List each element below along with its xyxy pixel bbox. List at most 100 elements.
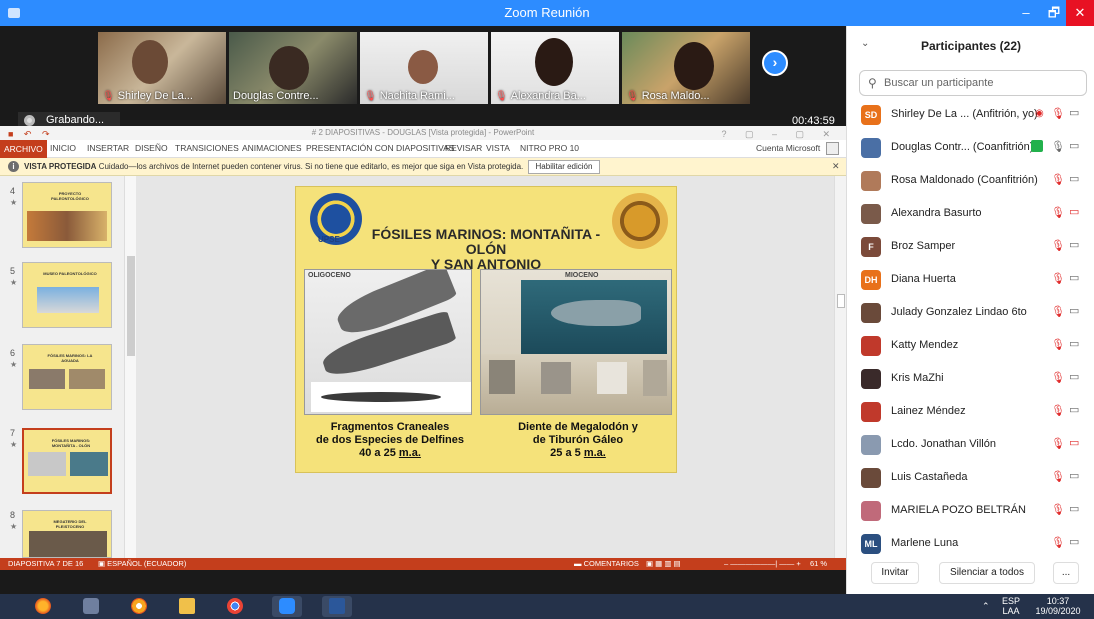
editor-scrollbar[interactable]	[834, 176, 846, 558]
word-icon[interactable]	[322, 596, 352, 617]
video-icon[interactable]: ▭	[1069, 403, 1079, 416]
next-page-button[interactable]: ›	[762, 50, 788, 76]
system-clock[interactable]: 10:37 19/09/2020	[1030, 596, 1086, 616]
tab-inicio[interactable]: INICIO	[50, 143, 76, 153]
meeting-area: 🎙︎ Shirley De La... Douglas Contre... 🎙︎ N…	[0, 26, 846, 594]
tab-archivo[interactable]: ARCHIVO	[0, 140, 47, 158]
participant-row[interactable]: MARIELA POZO BELTRÁN 🎙︎ ▭	[847, 494, 1094, 527]
participant-search[interactable]: ⚲	[859, 70, 1087, 96]
mic-icon[interactable]: 🎙︎	[1051, 140, 1065, 153]
video-icon[interactable]: ▭	[1069, 106, 1079, 119]
participant-row[interactable]: Lcdo. Jonathan Villón 🎙︎ ▭	[847, 428, 1094, 461]
account-menu[interactable]: Cuenta Microsoft	[756, 143, 820, 153]
slide-thumbnail[interactable]: PROYECTO PALEONTOLÓGICO	[22, 182, 112, 248]
muted-mic-icon[interactable]: 🎙︎	[1051, 470, 1065, 483]
video-icon[interactable]: ▭	[1069, 238, 1079, 251]
tab-vista[interactable]: VISTA	[486, 143, 510, 153]
mute-all-button[interactable]: Silenciar a todos	[939, 562, 1035, 584]
invite-button[interactable]: Invitar	[871, 562, 919, 584]
avatar	[861, 171, 881, 191]
participant-row[interactable]: Katty Mendez 🎙︎ ▭	[847, 329, 1094, 362]
participant-row[interactable]: F Broz Samper 🎙︎ ▭	[847, 230, 1094, 263]
muted-mic-icon[interactable]: 🎙︎	[1051, 338, 1065, 351]
chrome-canary-icon[interactable]	[124, 596, 154, 617]
zoom-taskbar-icon[interactable]	[272, 596, 302, 617]
muted-mic-icon[interactable]: 🎙︎	[1051, 272, 1065, 285]
participant-row[interactable]: Julady Gonzalez Lindao 6to 🎙︎ ▭	[847, 296, 1094, 329]
video-icon[interactable]: ▭	[1069, 535, 1079, 548]
participant-row[interactable]: Lainez Méndez 🎙︎ ▭	[847, 395, 1094, 428]
participant-row[interactable]: Luis Castañeda 🎙︎ ▭	[847, 461, 1094, 494]
zoom-level[interactable]: 61 %	[810, 559, 827, 568]
video-off-icon[interactable]: ▭	[1069, 205, 1079, 218]
quick-access-toolbar[interactable]: ■ ↶ ↷	[8, 127, 54, 141]
muted-mic-icon[interactable]: 🎙︎	[1051, 305, 1065, 318]
slide-thumbnail[interactable]: FÓSILES MARINOS: LA AGUADA	[22, 344, 112, 410]
tab-presentacion[interactable]: PRESENTACIÓN CON DIAPOSITIVAS	[306, 143, 454, 153]
muted-mic-icon[interactable]: 🎙︎	[1051, 206, 1065, 219]
video-icon[interactable]: ▭	[1069, 370, 1079, 383]
video-icon[interactable]: ▭	[1069, 271, 1079, 284]
enable-editing-button[interactable]: Habilitar edición	[528, 160, 600, 174]
participant-search-input[interactable]	[884, 75, 1084, 91]
avatar	[861, 336, 881, 356]
chrome-icon[interactable]	[220, 596, 250, 617]
tab-diseno[interactable]: DISEÑO	[135, 143, 168, 153]
muted-mic-icon[interactable]: 🎙︎	[1051, 536, 1065, 549]
participant-row[interactable]: Douglas Contr... (Coanfitrión) 🎙︎ ▭	[847, 131, 1094, 164]
muted-mic-icon[interactable]: 🎙︎	[1051, 437, 1065, 450]
video-icon[interactable]: ▭	[1069, 337, 1079, 350]
participant-row[interactable]: Rosa Maldonado (Coanfitrión) 🎙︎ ▭	[847, 164, 1094, 197]
participant-row[interactable]: DH Diana Huerta 🎙︎ ▭	[847, 263, 1094, 296]
close-bar-icon[interactable]: ✕	[832, 161, 840, 172]
muted-mic-icon[interactable]: 🎙︎	[1051, 173, 1065, 186]
video-icon[interactable]: ▭	[1069, 172, 1079, 185]
account-avatar[interactable]	[826, 142, 839, 155]
muted-mic-icon[interactable]: 🎙︎	[1051, 503, 1065, 516]
more-options-button[interactable]: ...	[1053, 562, 1079, 584]
slide-thumbnail[interactable]: MEGATERIO DEL PLEISTOCENO	[22, 510, 112, 558]
maximize-button[interactable]: 🗗	[1040, 0, 1068, 26]
slide-thumbnail-active[interactable]: FÓSILES MARINOS: MONTAÑITA - OLÓN	[22, 428, 112, 494]
tab-transiciones[interactable]: TRANSICIONES	[175, 143, 239, 153]
ppt-window-controls[interactable]: ? ▢ – ▢ ✕	[721, 127, 838, 141]
muted-mic-icon[interactable]: 🎙︎	[1051, 239, 1065, 252]
tile-name: Nachita Rami...	[379, 90, 455, 102]
video-icon[interactable]: ▭	[1069, 469, 1079, 482]
slide-thumbnail[interactable]: MUSEO PALEONTOLÓGICO	[22, 262, 112, 328]
thumbnail-scrollbar[interactable]	[124, 176, 136, 558]
participant-row[interactable]: ML Marlene Luna 🎙︎ ▭	[847, 527, 1094, 560]
language-status[interactable]: ▣ ESPAÑOL (ECUADOR)	[98, 559, 186, 568]
video-icon[interactable]: ▭	[1069, 304, 1079, 317]
video-icon[interactable]: ▭	[1069, 139, 1079, 152]
comments-button[interactable]: ▬ COMENTARIOS	[574, 559, 639, 568]
video-tile[interactable]: 🎙︎ Nachita Rami...	[360, 32, 488, 104]
participant-row[interactable]: Alexandra Basurto 🎙︎ ▭	[847, 197, 1094, 230]
participant-row[interactable]: SD Shirley De La ... (Anfitrión, yo) 🎙︎ ▭ ◉	[847, 98, 1094, 131]
zoom-slider[interactable]: – ——————| —— +	[724, 559, 801, 568]
language-indicator[interactable]: ESP LAA	[1000, 596, 1022, 616]
video-off-icon[interactable]: ▭	[1069, 436, 1079, 449]
tray-chevron-icon[interactable]: ⌃	[982, 601, 990, 611]
video-tile[interactable]: Douglas Contre...	[229, 32, 357, 104]
tab-animaciones[interactable]: ANIMACIONES	[242, 143, 302, 153]
app-icon[interactable]	[76, 596, 106, 617]
firefox-icon[interactable]	[28, 596, 58, 617]
video-icon[interactable]: ▭	[1069, 502, 1079, 515]
avatar: F	[861, 237, 881, 257]
participant-row[interactable]: Kris MaZhi 🎙︎ ▭	[847, 362, 1094, 395]
tab-nitro[interactable]: NITRO PRO 10	[520, 143, 579, 153]
file-explorer-icon[interactable]	[172, 596, 202, 617]
muted-mic-icon[interactable]: 🎙︎	[1051, 404, 1065, 417]
close-button[interactable]: ✕	[1066, 0, 1094, 26]
tab-insertar[interactable]: INSERTAR	[87, 143, 129, 153]
video-tile[interactable]: 🎙︎ Rosa Maldo...	[622, 32, 750, 104]
video-tile[interactable]: 🎙︎ Alexandra Ba...	[491, 32, 619, 104]
tab-revisar[interactable]: REVISAR	[445, 143, 482, 153]
muted-mic-icon[interactable]: 🎙︎	[1051, 107, 1065, 120]
muted-mic-icon[interactable]: 🎙︎	[1051, 371, 1065, 384]
participants-panel: ⌄ Participantes (22) ⚲ SD Shirley De La .…	[846, 26, 1094, 594]
view-buttons[interactable]: ▣ ▦ ▥ ▤	[646, 559, 681, 568]
minimize-button[interactable]: –	[1012, 0, 1040, 26]
video-tile[interactable]: 🎙︎ Shirley De La...	[98, 32, 226, 104]
